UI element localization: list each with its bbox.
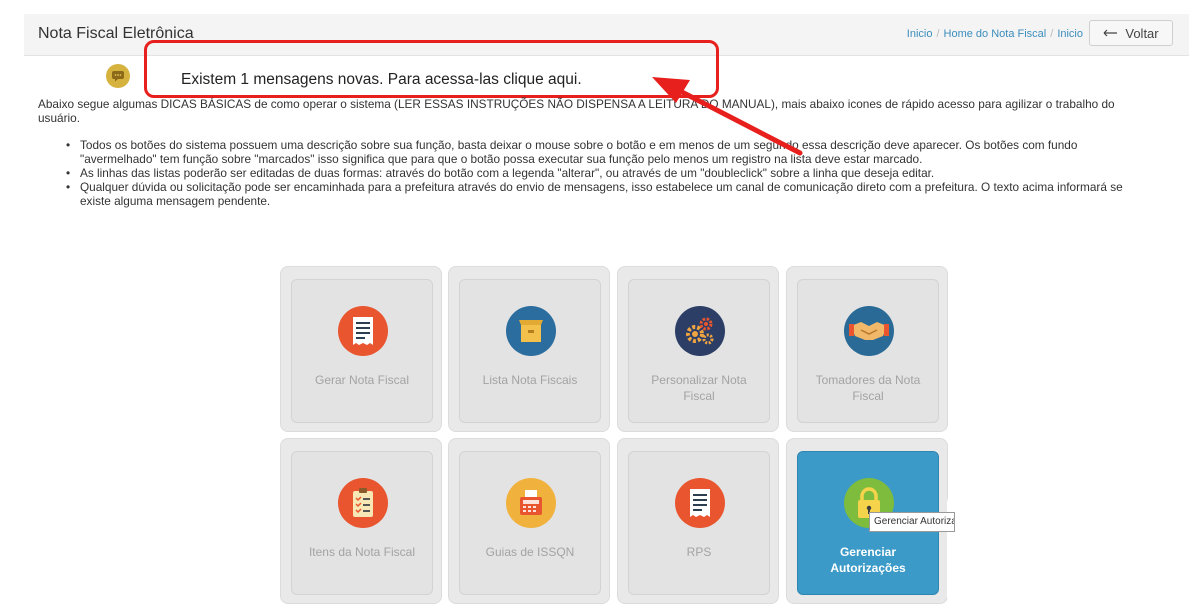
annotation-arrow (652, 77, 803, 156)
